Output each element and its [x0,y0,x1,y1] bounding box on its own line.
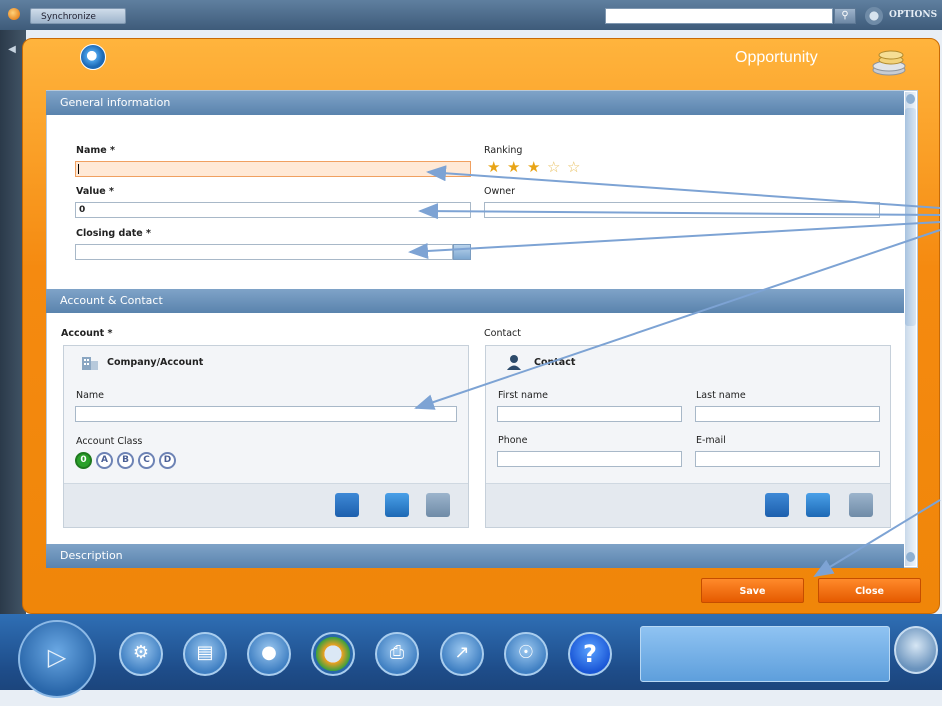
help-icon[interactable]: ? [568,632,612,676]
add-account-icon[interactable] [335,493,359,517]
scroll-up-button[interactable] [906,94,915,104]
name-input[interactable] [75,161,471,177]
section-account-contact[interactable]: Account & Contact [46,289,904,313]
account-name-label: Name [76,390,105,401]
phone-label: Phone [498,435,528,446]
account-class-b[interactable]: B [117,452,134,469]
dock-info-panel [640,626,890,682]
close-button[interactable]: Close [818,578,921,603]
closing-date-input[interactable] [75,244,453,260]
save-button[interactable]: Save [701,578,804,603]
account-class-label: Account Class [76,436,143,447]
scroll-down-button[interactable] [906,552,915,562]
last-name-label: Last name [696,390,746,401]
page-title: Opportunity [735,49,818,66]
options-gear-icon[interactable] [865,7,883,25]
contact-label: Contact [484,328,521,339]
app-orb-icon[interactable] [8,8,20,20]
name-label: Name * [76,145,115,156]
top-bar: Synchronize ⚲ OPTIONS [0,0,942,30]
account-check-icon[interactable] [426,493,450,517]
ranking-label: Ranking [484,145,523,156]
lifebuoy-icon[interactable]: ☉ [504,632,548,676]
search-magnifier-icon [80,44,106,70]
add-contact-icon[interactable] [765,493,789,517]
ranking-star-2[interactable]: ★ [507,160,520,175]
ranking-star-1[interactable]: ★ [487,160,500,175]
email-input[interactable] [695,451,880,467]
first-name-input[interactable] [497,406,682,422]
account-label: Account * [61,328,113,339]
value-input[interactable]: 0 [75,202,471,218]
text-cursor [78,164,79,174]
section-description[interactable]: Description [46,544,904,568]
company-account-title: Company/Account [107,357,204,368]
ranking-star-5[interactable]: ☆ [567,160,580,175]
contact-card-icon[interactable] [806,493,830,517]
global-search-input[interactable] [605,8,833,24]
building-icon [82,357,98,370]
donut-chart-icon[interactable] [311,632,355,676]
account-class-d[interactable]: D [159,452,176,469]
account-card-icon[interactable] [385,493,409,517]
person-icon [507,355,521,370]
layers-icon[interactable]: ▤ [183,632,227,676]
closing-date-label: Closing date * [76,228,152,239]
owner-input[interactable] [484,202,880,218]
account-name-input[interactable] [75,406,457,422]
email-label: E-mail [696,435,726,446]
account-class-0[interactable]: 0 [75,452,92,469]
last-name-input[interactable] [695,406,880,422]
owner-label: Owner [484,186,516,197]
options-link[interactable]: OPTIONS [889,10,937,20]
ranking-star-4[interactable]: ☆ [547,160,560,175]
contact-icon[interactable]: ● [247,632,291,676]
phone-input[interactable] [497,451,682,467]
contact-box-title: Contact [534,357,576,368]
contact-check-icon[interactable] [849,493,873,517]
gear-icon[interactable]: ⚙ [119,632,163,676]
scrollbar-thumb[interactable] [905,108,916,326]
account-class-c[interactable]: C [138,452,155,469]
section-general-information[interactable]: General information [46,91,904,115]
coins-icon [872,50,906,76]
dock-reflection [0,690,942,706]
home-funnel-icon[interactable]: ▷ [18,620,96,698]
search-icon[interactable]: ⚲ [834,8,856,24]
printer-icon[interactable]: ⎙ [375,632,419,676]
line-chart-icon[interactable]: ↗ [440,632,484,676]
account-class-a[interactable]: A [96,452,113,469]
first-name-label: First name [498,390,548,401]
calendar-picker-button[interactable] [453,244,471,260]
back-arrow-icon[interactable]: ◀ [3,44,21,60]
ranking-star-3[interactable]: ★ [527,160,540,175]
settings-cog-icon[interactable] [894,626,938,674]
synchronize-button[interactable]: Synchronize [30,8,126,24]
value-label: Value * [76,186,114,197]
